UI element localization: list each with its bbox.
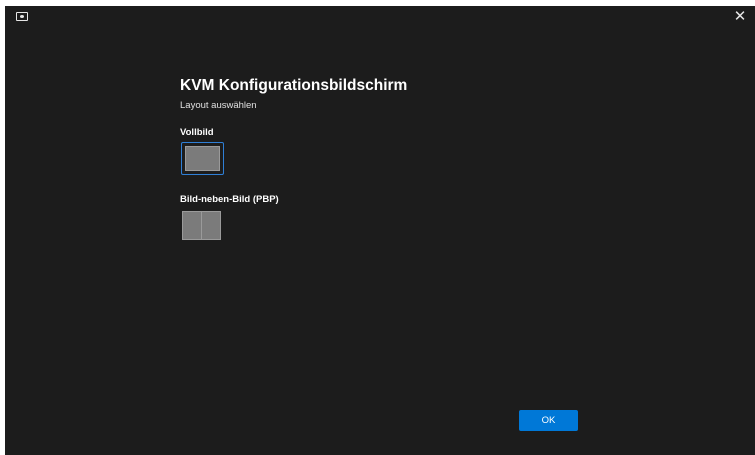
kvm-window: ✕ KVM Konfigurationsbildschirm Layout au… [5, 6, 755, 455]
close-icon[interactable]: ✕ [731, 8, 749, 26]
dialog-content: KVM Konfigurationsbildschirm Layout ausw… [5, 28, 755, 455]
ok-button[interactable]: OK [519, 410, 578, 431]
fullscreen-layout-icon [185, 146, 220, 171]
page-subtitle: Layout auswählen [180, 100, 257, 111]
pbp-layout-icon-right [201, 211, 221, 240]
fullscreen-layout-option[interactable] [181, 142, 224, 175]
page-title: KVM Konfigurationsbildschirm [180, 77, 408, 94]
monitor-icon [16, 12, 28, 21]
pbp-layout-option[interactable] [182, 211, 222, 240]
title-bar: ✕ [5, 6, 755, 28]
pbp-layout-icon-left [182, 211, 202, 240]
layout-label-pbp: Bild-neben-Bild (PBP) [180, 194, 279, 205]
layout-label-fullscreen: Vollbild [180, 127, 214, 138]
monitor-icon-dot [20, 15, 24, 18]
